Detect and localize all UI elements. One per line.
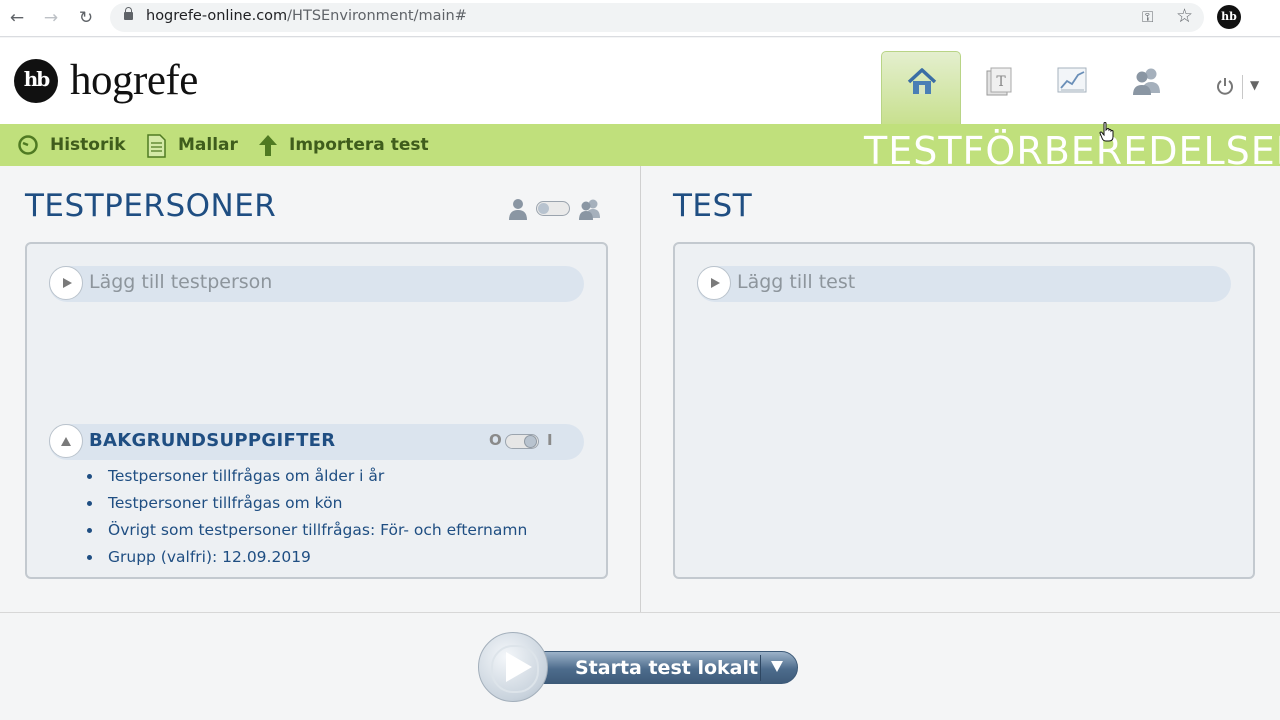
bakgrund-list: Testpersoner tillfrågas om ålder i år Te… — [87, 465, 527, 573]
bottom-divider — [0, 612, 1280, 613]
single-person-icon — [509, 199, 527, 220]
tab-home[interactable] — [881, 51, 961, 124]
app-header: hb hogrefe T ▼ — [0, 38, 1280, 124]
upload-arrow-icon — [259, 135, 277, 156]
person-toggle-switch[interactable] — [536, 201, 570, 216]
play-icon[interactable] — [697, 266, 731, 300]
testpersoner-title: TESTPERSONER — [25, 188, 277, 224]
play-icon[interactable] — [49, 266, 83, 300]
users-icon — [1133, 68, 1160, 95]
test-box: Lägg till test — [673, 242, 1255, 579]
list-item: Testpersoner tillfrågas om ålder i år — [87, 465, 527, 492]
start-test-button[interactable]: Starta test lokalt — [478, 632, 800, 704]
person-group-toggle[interactable] — [508, 198, 602, 220]
list-item: Testpersoner tillfrågas om kön — [87, 492, 527, 519]
url-text: hogrefe-online.com/HTSEnvironment/main# — [146, 8, 467, 24]
add-test-row[interactable]: Lägg till test — [697, 266, 1231, 302]
reload-icon[interactable]: ↻ — [74, 6, 98, 30]
start-test-label: Starta test lokalt — [575, 657, 759, 679]
key-icon[interactable]: ⚿ — [1142, 8, 1153, 26]
template-document-icon — [147, 134, 166, 158]
test-book-icon: T — [986, 67, 1012, 96]
lock-icon — [124, 7, 133, 20]
history-icon — [18, 135, 38, 155]
hand-cursor-icon — [1099, 122, 1114, 142]
mallar-button[interactable]: Mallar — [146, 134, 242, 158]
bookmark-star-icon[interactable]: ☆ — [1176, 5, 1193, 27]
panel-divider — [640, 166, 641, 612]
historik-button[interactable]: Historik — [17, 134, 129, 158]
bakgrund-toggle-switch[interactable] — [505, 434, 539, 449]
browser-toolbar: ← → ↻ hogrefe-online.com/HTSEnvironment/… — [0, 0, 1280, 37]
profile-avatar[interactable]: hb — [1217, 5, 1241, 29]
chevron-down-icon[interactable] — [771, 661, 783, 672]
power-separator — [1242, 75, 1243, 99]
hogrefe-logo-icon: hb — [14, 59, 58, 103]
tab-results[interactable] — [1032, 51, 1112, 124]
play-large-icon[interactable] — [478, 632, 548, 702]
bakgrundsuppgifter-title: BAKGRUNDSUPPGIFTER — [89, 430, 336, 451]
add-testperson-label: Lägg till testperson — [89, 271, 273, 293]
section-title: TESTFÖRBEREDELSER — [864, 129, 1280, 166]
importera-test-button[interactable]: Importera test — [258, 134, 438, 158]
home-icon — [907, 68, 937, 94]
tab-tests[interactable]: T — [958, 51, 1038, 124]
add-testperson-row[interactable]: Lägg till testperson — [49, 266, 584, 302]
list-item: Övrigt som testpersoner tillfrågas: För-… — [87, 519, 527, 546]
chart-icon — [1057, 67, 1087, 93]
add-test-label: Lägg till test — [737, 271, 856, 293]
tab-users[interactable] — [1107, 51, 1187, 124]
address-bar[interactable]: hogrefe-online.com/HTSEnvironment/main# … — [110, 3, 1204, 32]
hogrefe-logo-text: hogrefe — [70, 57, 198, 104]
bakgrundsuppgifter-header[interactable]: BAKGRUNDSUPPGIFTER O I — [49, 424, 584, 460]
chevron-down-icon[interactable]: ▼ — [1250, 78, 1259, 92]
start-test-bar[interactable]: Starta test lokalt — [526, 651, 798, 684]
testpersoner-box: Lägg till testperson BAKGRUNDSUPPGIFTER … — [25, 242, 608, 579]
power-icon[interactable] — [1215, 76, 1235, 96]
collapse-up-icon[interactable] — [49, 424, 83, 458]
back-icon[interactable]: ← — [5, 6, 29, 30]
test-title: TEST — [673, 188, 753, 224]
group-persons-icon — [579, 199, 600, 220]
bakgrundsuppgifter-toggle[interactable]: O I — [489, 431, 555, 451]
action-toolbar: Historik Mallar Importera test TESTFÖRBE… — [0, 124, 1280, 166]
forward-icon[interactable]: → — [39, 6, 63, 30]
list-item: Grupp (valfri): 12.09.2019 — [87, 546, 527, 573]
svg-text:T: T — [996, 74, 1006, 90]
